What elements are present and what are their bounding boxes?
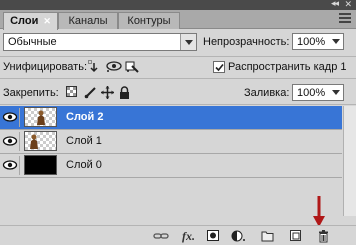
lock-transparency-icon[interactable] [66,86,78,101]
adjustment-layer-icon[interactable] [231,230,245,242]
divider [0,56,356,57]
divider [0,104,356,105]
opacity-input[interactable]: 100% [292,33,344,50]
link-icon[interactable] [153,230,169,242]
layers-list: Слой 2 Слой 1 Слой 0 [0,106,352,178]
tab-channels-label: Каналы [68,15,108,27]
layer-mask-icon[interactable] [207,230,221,242]
fx-icon[interactable]: fx. [182,229,196,243]
visibility-eye-icon[interactable] [2,156,20,175]
layer-name[interactable]: Слой 0 [66,159,102,171]
tab-close-icon[interactable]: ✕ [43,13,51,29]
blend-mode-value: Обычные [8,36,57,48]
blend-mode-select[interactable]: Обычные [3,33,197,51]
tab-channels[interactable]: Каналы [58,12,118,29]
visibility-eye-icon[interactable] [2,132,20,151]
unify-style-icon[interactable] [125,60,140,76]
tab-strip: Слои ✕ Каналы Контуры [0,10,356,30]
fill-dropdown-icon[interactable] [330,85,342,100]
tab-layers-label: Слои [10,15,39,27]
divider [0,78,356,79]
layer-row[interactable]: Слой 1 [0,130,342,154]
layer-row[interactable]: Слой 2 [0,106,342,130]
visibility-eye-icon[interactable] [2,108,20,127]
panel-title-bar: ◂◂ ✕ [0,0,356,10]
layer-row[interactable]: Слой 0 [0,154,342,178]
opacity-value: 100% [297,36,326,48]
layer-thumbnail [24,155,57,175]
unify-visibility-icon[interactable] [106,60,122,76]
lock-all-icon[interactable] [119,86,130,102]
propagate-frame-checkbox[interactable] [213,61,225,73]
chevron-down-icon[interactable] [180,34,196,50]
collapse-panel-icon[interactable]: ◂◂ [331,0,339,9]
opacity-dropdown-icon[interactable] [330,34,342,49]
new-layer-icon[interactable] [290,230,304,242]
lock-label: Закрепить: [3,87,59,99]
tab-layers[interactable]: Слои ✕ [3,12,58,30]
layer-thumbnail [24,107,57,127]
new-group-icon[interactable] [261,230,275,242]
fill-value: 100% [297,87,326,99]
layer-name[interactable]: Слой 2 [66,111,103,123]
layer-thumbnail [24,131,57,151]
close-panel-icon[interactable]: ✕ [344,0,352,10]
lock-pixels-icon[interactable] [84,86,97,102]
propagate-frame-label: Распространить кадр 1 [228,61,347,73]
tab-paths[interactable]: Контуры [118,12,180,29]
unify-position-icon[interactable] [88,60,102,76]
fill-label: Заливка: [244,87,290,99]
annotation-arrow-icon [313,196,325,227]
layer-name[interactable]: Слой 1 [66,135,102,147]
layers-scrollbar[interactable] [343,106,356,216]
opacity-label: Непрозрачность: [203,36,290,48]
unify-label: Унифицировать: [3,61,88,73]
fill-input[interactable]: 100% [292,84,344,101]
tab-paths-label: Контуры [127,15,171,27]
panel-menu-icon[interactable] [339,13,351,23]
layers-bottom-toolbar: fx. [0,225,356,245]
delete-layer-icon[interactable] [318,230,332,243]
lock-position-icon[interactable] [101,86,114,102]
